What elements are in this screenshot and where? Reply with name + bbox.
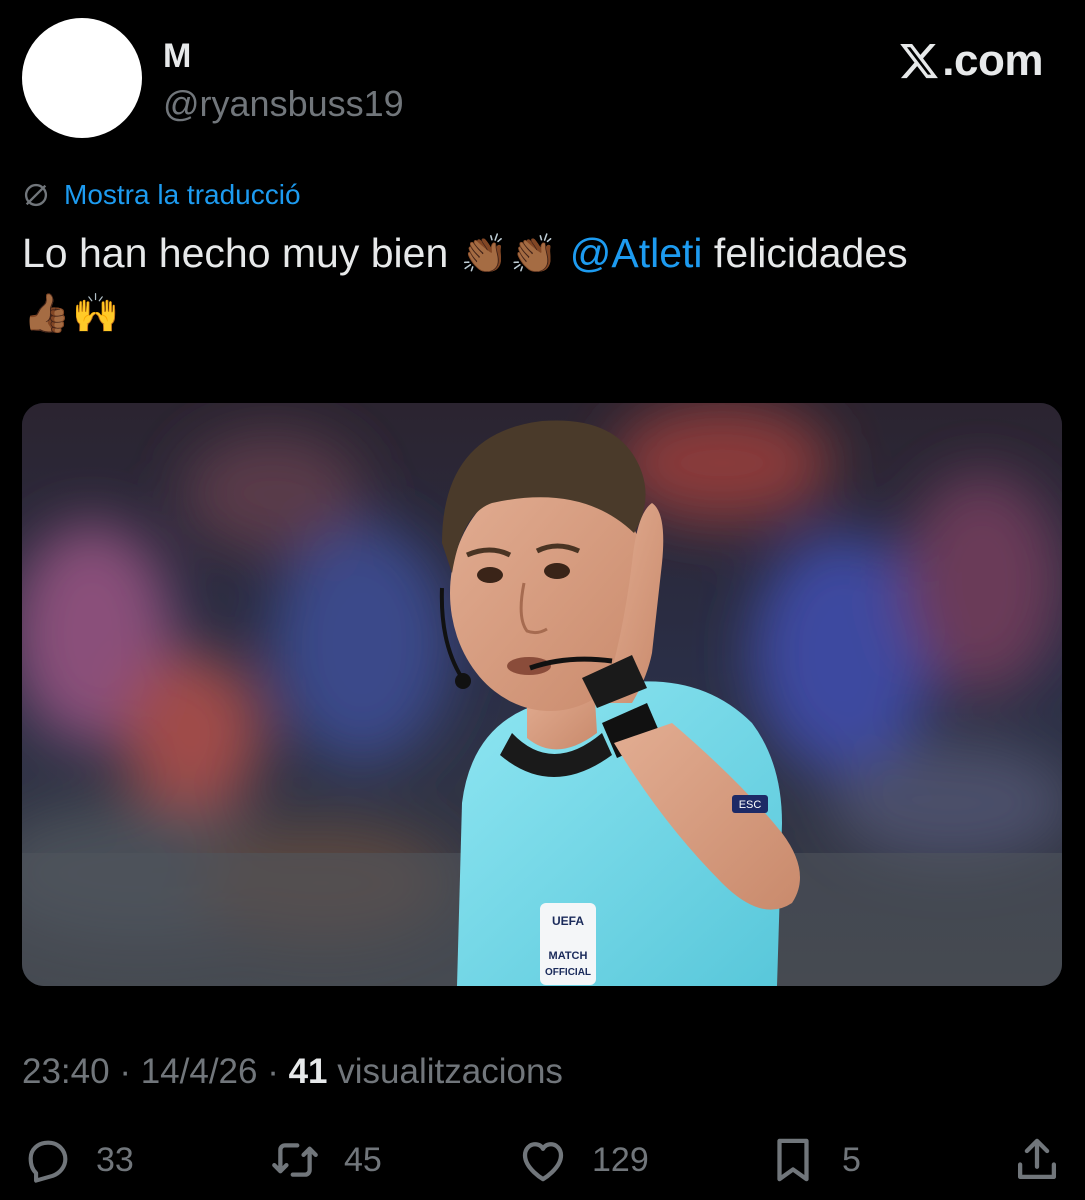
repost-button[interactable]: 45 — [268, 1130, 382, 1190]
display-name[interactable]: M — [163, 36, 191, 76]
x-logo-icon — [900, 43, 939, 79]
tweet-date[interactable]: 14/4/26 — [141, 1052, 258, 1091]
raised-hands-emoji: 🙌 — [72, 291, 120, 335]
avatar[interactable] — [22, 18, 142, 138]
tweet-text-after: felicidades — [713, 230, 908, 276]
referee-photo-illustration: UEFA MATCH OFFICIAL ESC — [22, 403, 1062, 986]
translate-link[interactable]: Mostra la traducció — [22, 178, 301, 212]
meta-separator: · — [257, 1052, 289, 1091]
tweet-meta: 23:40 · 14/4/26 · 41 visualitzacions — [22, 1050, 563, 1094]
badge-match-text: MATCH — [549, 950, 588, 962]
badge-uefa-text: UEFA — [552, 914, 584, 928]
views-label: visualitzacions — [327, 1052, 563, 1091]
clapping-hands-emoji: 👏🏾 — [460, 232, 508, 276]
share-icon — [1017, 1138, 1057, 1180]
reply-count: 33 — [96, 1141, 134, 1179]
bookmark-icon — [777, 1138, 809, 1182]
meta-separator: · — [109, 1052, 141, 1091]
brand-suffix: .com — [942, 36, 1043, 85]
tweet-time[interactable]: 23:40 — [22, 1052, 110, 1091]
badge-official-text: OFFICIAL — [545, 967, 591, 978]
globe-slash-icon — [24, 183, 48, 207]
repost-count: 45 — [344, 1141, 382, 1179]
like-button[interactable]: 129 — [516, 1130, 649, 1190]
like-count: 129 — [592, 1141, 649, 1179]
share-button[interactable] — [1010, 1130, 1064, 1190]
brand-watermark: .com — [898, 36, 1043, 86]
reply-icon — [28, 1140, 68, 1183]
tweet-actions-bar: 33 45 129 5 — [0, 1130, 1085, 1190]
reply-button[interactable]: 33 — [22, 1130, 134, 1190]
heart-icon — [522, 1142, 564, 1182]
tweet-text: Lo han hecho muy bien 👏🏾👏🏾 @Atleti felic… — [22, 224, 1042, 342]
sleeve-patch-text: ESC — [739, 799, 762, 811]
user-handle[interactable]: @ryansbuss19 — [163, 82, 404, 126]
tweet-media-photo[interactable]: UEFA MATCH OFFICIAL ESC — [22, 403, 1062, 986]
views-count: 41 — [288, 1052, 328, 1091]
translate-label: Mostra la traducció — [64, 179, 301, 210]
bookmark-button[interactable]: 5 — [766, 1130, 861, 1190]
tweet-text-before: Lo han hecho muy bien — [22, 230, 449, 276]
thumbs-up-emoji: 👍🏾 — [23, 291, 71, 335]
repost-icon — [272, 1143, 318, 1177]
mention-link[interactable]: @Atleti — [570, 230, 703, 276]
clapping-hands-emoji: 👏🏾 — [510, 232, 558, 276]
bookmark-count: 5 — [842, 1141, 861, 1179]
